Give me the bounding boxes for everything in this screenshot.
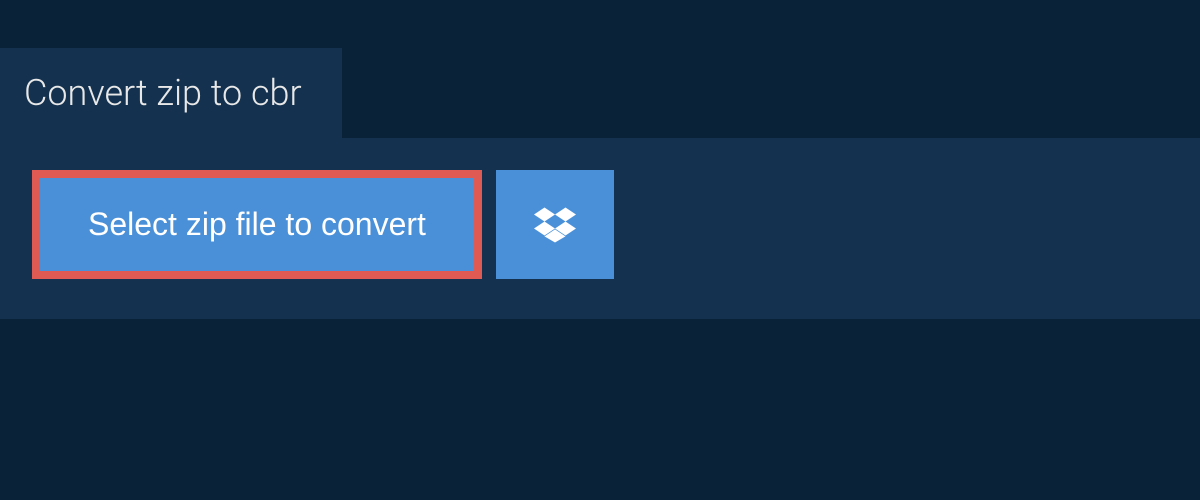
dropbox-icon [534, 204, 576, 246]
select-file-highlight: Select zip file to convert [32, 170, 482, 279]
conversion-panel: Select zip file to convert [0, 138, 1200, 319]
select-file-button[interactable]: Select zip file to convert [40, 178, 474, 271]
tab-header: Convert zip to cbr [0, 48, 342, 138]
page-title: Convert zip to cbr [24, 72, 302, 114]
dropbox-button[interactable] [496, 170, 614, 279]
button-row: Select zip file to convert [32, 170, 1168, 279]
